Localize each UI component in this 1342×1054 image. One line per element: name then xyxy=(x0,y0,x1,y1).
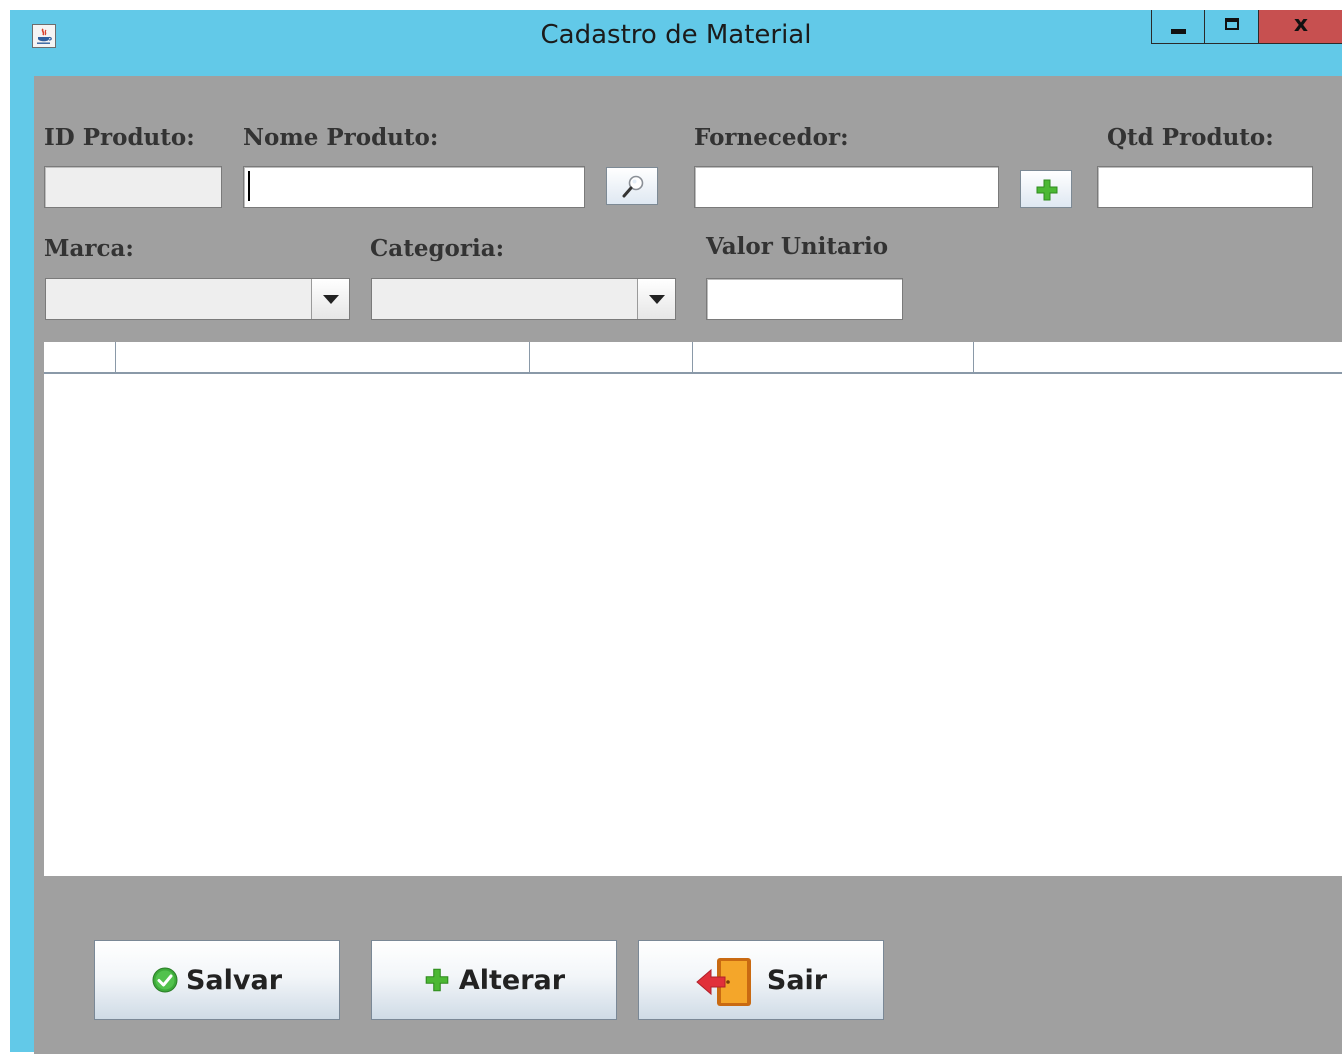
maximize-button[interactable] xyxy=(1205,10,1259,44)
window-controls: x xyxy=(1151,10,1342,45)
materials-table[interactable] xyxy=(44,342,1342,876)
valor-unitario-label: Valor Unitario xyxy=(706,233,889,260)
close-icon: x xyxy=(1293,12,1309,37)
text-cursor xyxy=(248,171,250,201)
column-header[interactable] xyxy=(44,342,116,373)
column-header[interactable] xyxy=(116,342,530,373)
door-exit-icon xyxy=(696,958,751,1006)
id-produto-field[interactable] xyxy=(44,166,222,208)
sair-label: Sair xyxy=(766,964,828,996)
window-title: Cadastro de Material xyxy=(540,20,812,50)
search-button[interactable] xyxy=(606,167,658,205)
categoria-dropdown-button[interactable] xyxy=(637,279,675,319)
chevron-down-icon xyxy=(323,295,339,304)
close-button[interactable]: x xyxy=(1259,10,1342,44)
table-header xyxy=(44,342,1342,374)
marca-dropdown-button[interactable] xyxy=(311,279,349,319)
fornecedor-label: Fornecedor: xyxy=(694,124,849,151)
plus-icon xyxy=(1036,179,1058,201)
check-circle-icon xyxy=(152,967,178,993)
marca-select[interactable] xyxy=(45,278,350,320)
fornecedor-field[interactable] xyxy=(694,166,999,208)
sair-button[interactable]: Sair xyxy=(638,940,884,1020)
column-header[interactable] xyxy=(974,342,1342,373)
alterar-label: Alterar xyxy=(458,964,566,996)
minimize-icon xyxy=(1171,29,1186,34)
magnifier-icon xyxy=(622,175,644,198)
qtd-produto-field[interactable] xyxy=(1097,166,1313,208)
salvar-button[interactable]: Salvar xyxy=(94,940,340,1020)
valor-unitario-field[interactable] xyxy=(706,278,903,320)
add-fornecedor-button[interactable] xyxy=(1020,170,1072,208)
column-header[interactable] xyxy=(530,342,693,373)
maximize-icon xyxy=(1225,18,1239,30)
qtd-produto-label: Qtd Produto: xyxy=(1107,124,1274,151)
minimize-button[interactable] xyxy=(1151,10,1205,44)
categoria-select[interactable] xyxy=(371,278,676,320)
nome-produto-field[interactable] xyxy=(243,166,585,208)
nome-produto-label: Nome Produto: xyxy=(243,124,439,151)
column-header[interactable] xyxy=(693,342,974,373)
title-bar[interactable]: Cadastro de Material x xyxy=(10,10,1342,66)
categoria-label: Categoria: xyxy=(370,235,505,262)
id-produto-label: ID Produto: xyxy=(44,124,195,151)
plus-icon xyxy=(425,968,449,992)
alterar-button[interactable]: Alterar xyxy=(371,940,617,1020)
chevron-down-icon xyxy=(649,295,665,304)
marca-label: Marca: xyxy=(44,235,134,262)
salvar-label: Salvar xyxy=(185,964,283,996)
